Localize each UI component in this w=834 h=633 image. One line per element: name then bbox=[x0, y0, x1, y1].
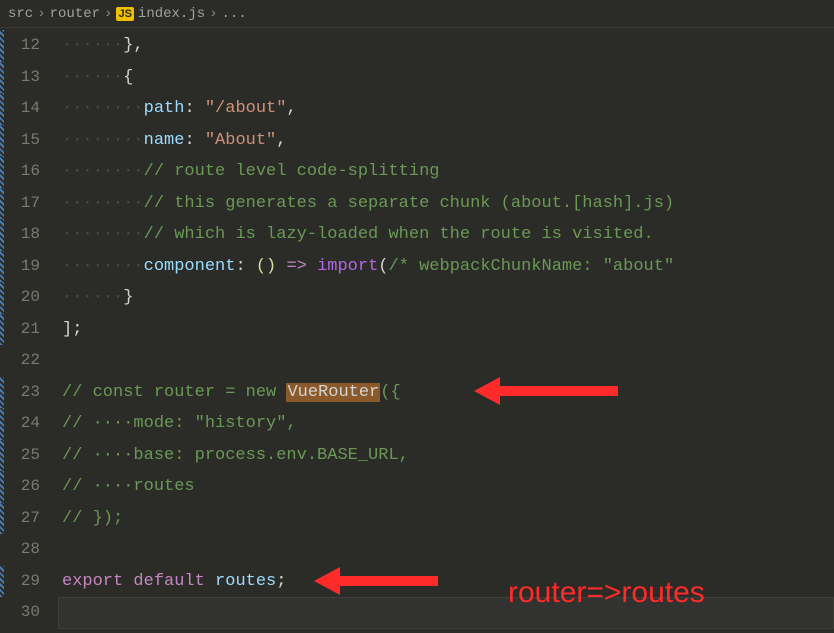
line-number: 14 bbox=[0, 93, 58, 125]
comment: // route level code-splitting bbox=[144, 162, 440, 181]
comment: // which is lazy-loaded when the route i… bbox=[144, 225, 654, 244]
variable-name: routes bbox=[215, 572, 276, 591]
comment: /* webpackChunkName: "about" bbox=[389, 257, 675, 276]
line-number: 23 bbox=[0, 377, 58, 409]
line-number: 25 bbox=[0, 440, 58, 472]
line-number: 18 bbox=[0, 219, 58, 251]
whitespace: ······ bbox=[62, 288, 123, 307]
line-number: 22 bbox=[0, 345, 58, 377]
code-editor[interactable]: 12131415161718192021222324252627282930 ·… bbox=[0, 28, 834, 633]
line-number: 17 bbox=[0, 188, 58, 220]
code-token: }, bbox=[123, 36, 143, 55]
annotation-text: router=>routes bbox=[508, 576, 705, 610]
line-number-gutter: 12131415161718192021222324252627282930 bbox=[0, 28, 58, 633]
chevron-right-icon: › bbox=[37, 6, 45, 22]
line-number: 13 bbox=[0, 62, 58, 94]
code-token bbox=[123, 572, 133, 591]
breadcrumb-seg-file[interactable]: index.js bbox=[138, 6, 205, 22]
whitespace: ········ bbox=[62, 131, 144, 150]
line-number: 29 bbox=[0, 566, 58, 598]
whitespace: ········ bbox=[62, 194, 144, 213]
breadcrumb-seg-src[interactable]: src bbox=[8, 6, 33, 22]
code-token: : bbox=[184, 131, 204, 150]
comment: ({ bbox=[380, 383, 400, 402]
code-token: ( bbox=[378, 257, 388, 276]
code-area[interactable]: ······}, ······{ ········path: "/about",… bbox=[58, 28, 834, 633]
arrow-token: => bbox=[286, 257, 306, 276]
string-literal: "About" bbox=[205, 131, 276, 150]
code-token: } bbox=[123, 288, 133, 307]
whitespace: ········ bbox=[62, 257, 144, 276]
property-key: path bbox=[144, 99, 185, 118]
code-token: , bbox=[286, 99, 296, 118]
code-token: ; bbox=[276, 572, 286, 591]
whitespace: ········ bbox=[62, 99, 144, 118]
highlighted-text: VueRouter bbox=[286, 383, 380, 402]
comment: // const router = new bbox=[62, 383, 286, 402]
code-token: : bbox=[235, 257, 255, 276]
code-token bbox=[205, 572, 215, 591]
line-number: 19 bbox=[0, 251, 58, 283]
property-key: component bbox=[144, 257, 236, 276]
line-number: 28 bbox=[0, 534, 58, 566]
whitespace: ········ bbox=[62, 162, 144, 181]
code-token: () bbox=[256, 257, 287, 276]
code-token bbox=[307, 257, 317, 276]
code-token: { bbox=[123, 68, 133, 87]
import-keyword: import bbox=[317, 257, 378, 276]
comment: // }); bbox=[62, 509, 123, 528]
line-number: 24 bbox=[0, 408, 58, 440]
code-token: , bbox=[276, 131, 286, 150]
whitespace: ······ bbox=[62, 68, 123, 87]
chevron-right-icon: › bbox=[104, 6, 112, 22]
breadcrumb-seg-router[interactable]: router bbox=[50, 6, 100, 22]
chevron-right-icon: › bbox=[209, 6, 217, 22]
comment: // this generates a separate chunk (abou… bbox=[144, 194, 675, 213]
default-keyword: default bbox=[133, 572, 204, 591]
line-number: 12 bbox=[0, 30, 58, 62]
comment: // ····base: process.env.BASE_URL, bbox=[62, 446, 409, 465]
export-keyword: export bbox=[62, 572, 123, 591]
code-token: : bbox=[184, 99, 204, 118]
line-number: 15 bbox=[0, 125, 58, 157]
property-key: name bbox=[144, 131, 185, 150]
comment: // ····routes bbox=[62, 477, 195, 496]
string-literal: "/about" bbox=[205, 99, 287, 118]
code-token: ]; bbox=[62, 320, 82, 339]
line-number: 30 bbox=[0, 597, 58, 629]
line-number: 27 bbox=[0, 503, 58, 535]
line-number: 20 bbox=[0, 282, 58, 314]
whitespace: ········ bbox=[62, 225, 144, 244]
breadcrumb[interactable]: src › router › JS index.js › ... bbox=[0, 0, 834, 28]
line-number: 26 bbox=[0, 471, 58, 503]
breadcrumb-seg-more[interactable]: ... bbox=[222, 6, 247, 22]
comment: // ····mode: "history", bbox=[62, 414, 297, 433]
line-number: 16 bbox=[0, 156, 58, 188]
line-number: 21 bbox=[0, 314, 58, 346]
js-file-icon: JS bbox=[116, 7, 133, 21]
whitespace: ······ bbox=[62, 36, 123, 55]
